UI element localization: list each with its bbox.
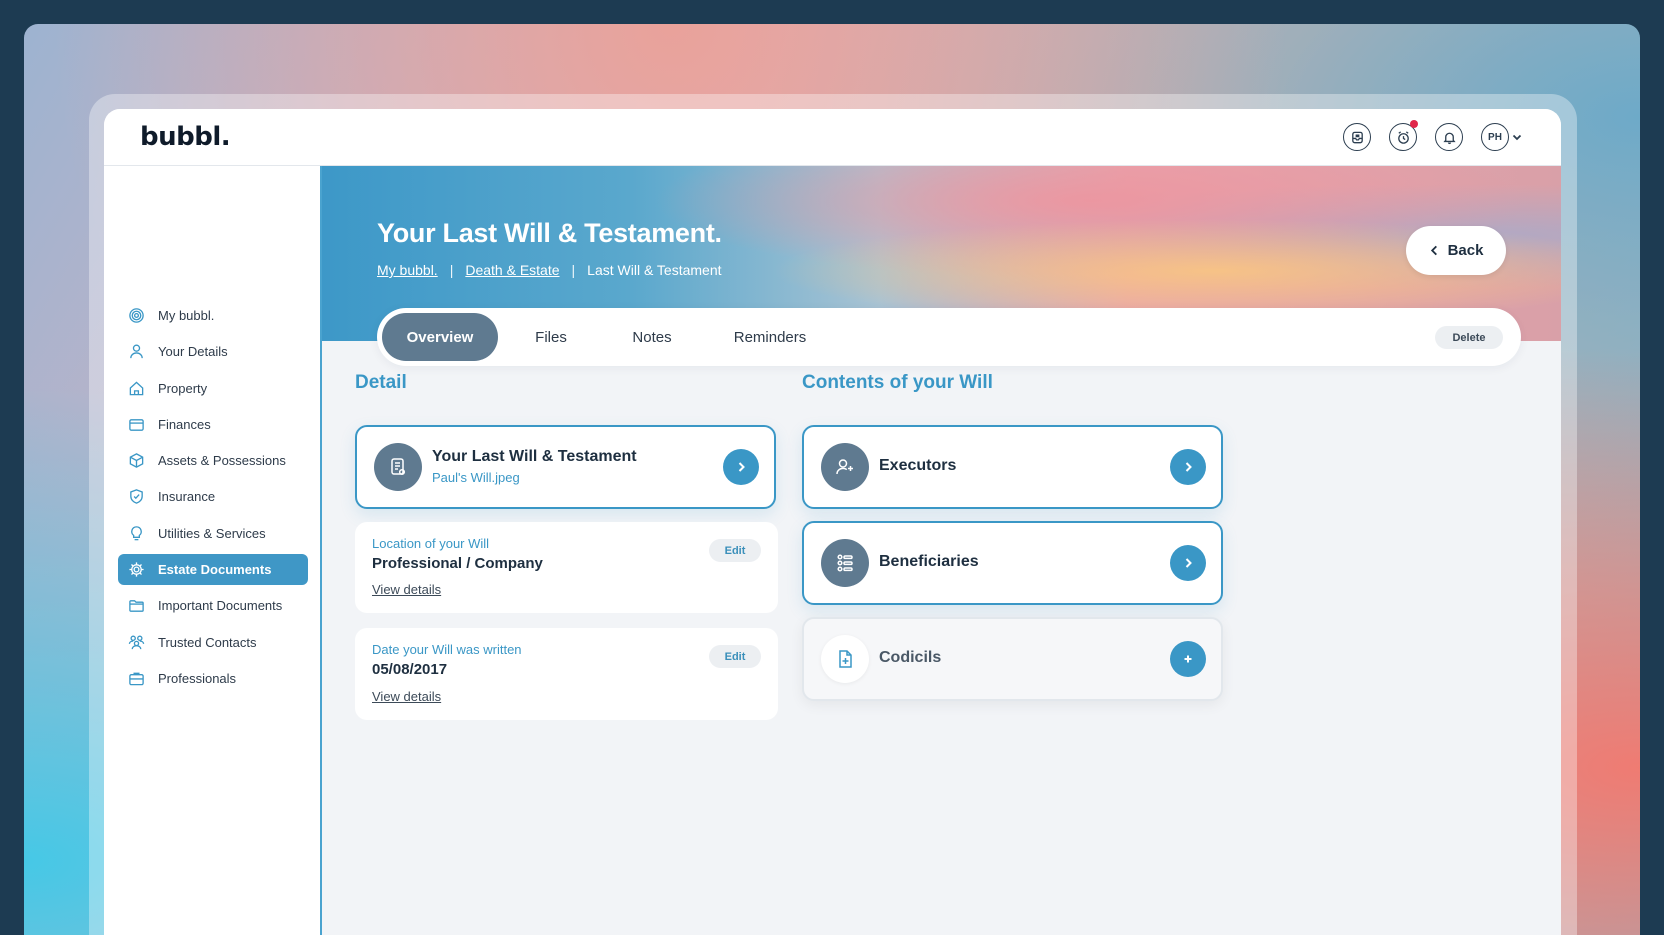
sidebar-item-property[interactable]: Property — [118, 373, 308, 404]
bell-icon[interactable] — [1435, 123, 1463, 151]
app-window: bubbl. PH My bubbl. Your Details Propert… — [104, 109, 1561, 935]
sidebar-item-label: Insurance — [158, 489, 216, 505]
top-bar: bubbl. PH — [104, 109, 1561, 166]
breadcrumb-separator: | — [571, 262, 576, 278]
back-button[interactable]: Back — [1406, 226, 1506, 275]
logo[interactable]: bubbl. — [140, 122, 231, 152]
box-icon — [128, 452, 145, 469]
date-value: 05/08/2017 — [372, 661, 448, 678]
back-button-label: Back — [1447, 242, 1484, 259]
chevron-right-icon — [738, 462, 745, 472]
user-plus-icon — [821, 443, 869, 491]
sidebar-item-label: Assets & Possessions — [158, 453, 286, 469]
home-icon — [128, 380, 145, 397]
gear-icon — [128, 561, 145, 578]
wallet-icon — [128, 416, 145, 433]
codicils-label: Codicils — [879, 649, 942, 666]
open-beneficiaries-button[interactable] — [1170, 545, 1206, 581]
sidebar-item-professionals[interactable]: Professionals — [118, 663, 308, 694]
account-menu[interactable]: PH — [1481, 123, 1523, 151]
breadcrumb-my-bubbl[interactable]: My bubbl. — [377, 262, 438, 278]
breadcrumb-current: Last Will & Testament — [587, 262, 722, 278]
sidebar-item-label: My bubbl. — [158, 308, 215, 323]
briefcase-icon — [128, 670, 145, 687]
will-card-title: Your Last Will & Testament — [432, 448, 637, 465]
will-card-file[interactable]: Paul's Will.jpeg — [432, 470, 520, 485]
open-will-button[interactable] — [723, 449, 759, 485]
sidebar-item-label: Your Details — [158, 344, 228, 360]
sidebar-item-estate-documents[interactable]: Estate Documents — [118, 554, 308, 586]
sidebar-item-important-documents[interactable]: Important Documents — [118, 590, 308, 621]
add-codicil-button[interactable] — [1170, 641, 1206, 677]
chevron-left-icon — [1430, 245, 1437, 256]
location-view-details-link[interactable]: View details — [372, 582, 441, 597]
executors-label: Executors — [879, 457, 957, 474]
page-title: Your Last Will & Testament. — [377, 218, 722, 248]
date-card: Date your Will was written 05/08/2017 Vi… — [355, 628, 778, 720]
sidebar-item-label: Finances — [158, 416, 211, 432]
chevron-right-icon — [1185, 462, 1192, 472]
contents-heading: Contents of your Will — [802, 372, 993, 393]
location-value: Professional / Company — [372, 555, 543, 572]
notification-dot — [1410, 120, 1418, 128]
sidebar-item-utilities[interactable]: Utilities & Services — [118, 518, 308, 549]
will-document-card[interactable]: Your Last Will & Testament Paul's Will.j… — [355, 425, 776, 509]
plus-icon — [1184, 655, 1192, 663]
tab-files[interactable]: Files — [509, 313, 593, 361]
chevron-right-icon — [1185, 558, 1192, 568]
tab-bar: Overview Files Notes Reminders Delete — [377, 308, 1521, 366]
codicils-card[interactable]: Codicils — [802, 617, 1223, 701]
location-edit-button[interactable]: Edit — [709, 539, 761, 562]
folder-icon — [128, 597, 145, 614]
lightbulb-icon — [128, 525, 145, 542]
chevron-down-icon[interactable] — [1511, 131, 1523, 143]
sidebar-item-label: Important Documents — [158, 598, 283, 614]
file-plus-icon — [821, 635, 869, 683]
sidebar-item-finances[interactable]: Finances — [118, 409, 308, 440]
avatar[interactable]: PH — [1481, 123, 1509, 151]
target-icon — [128, 307, 145, 324]
document-icon — [374, 443, 422, 491]
people-icon — [128, 634, 145, 651]
list-people-icon — [821, 539, 869, 587]
sidebar-nav: My bubbl. Your Details Property Finances… — [118, 300, 308, 699]
location-card: Location of your Will Professional / Com… — [355, 522, 778, 613]
sidebar: My bubbl. Your Details Property Finances… — [104, 166, 322, 935]
alarm-clock-icon[interactable] — [1389, 120, 1418, 151]
tab-overview[interactable]: Overview — [382, 313, 498, 361]
sidebar-item-insurance[interactable]: Insurance — [118, 481, 308, 512]
user-icon — [128, 343, 145, 360]
sidebar-item-label: Professionals — [158, 670, 237, 686]
breadcrumb-death-estate[interactable]: Death & Estate — [465, 262, 559, 278]
location-label: Location of your Will — [372, 536, 490, 551]
detail-heading: Detail — [355, 372, 407, 393]
sidebar-item-my-bubbl[interactable]: My bubbl. — [118, 300, 308, 331]
date-edit-button[interactable]: Edit — [709, 645, 761, 668]
sidebar-item-label: Estate Documents — [158, 562, 272, 578]
sidebar-item-label: Property — [158, 380, 208, 396]
sidebar-item-assets[interactable]: Assets & Possessions — [118, 445, 308, 476]
sidebar-item-label: Utilities & Services — [158, 525, 266, 541]
top-icons: PH — [1343, 120, 1523, 151]
breadcrumb: My bubbl. | Death & Estate | Last Will &… — [377, 262, 722, 278]
tab-reminders[interactable]: Reminders — [710, 313, 830, 361]
sidebar-item-your-details[interactable]: Your Details — [118, 336, 308, 367]
beneficiaries-label: Beneficiaries — [879, 553, 979, 570]
date-label: Date your Will was written — [372, 642, 522, 657]
tab-notes[interactable]: Notes — [605, 313, 699, 361]
date-view-details-link[interactable]: View details — [372, 689, 441, 704]
executors-card[interactable]: Executors — [802, 425, 1223, 509]
inbox-icon[interactable] — [1343, 123, 1371, 151]
open-executors-button[interactable] — [1170, 449, 1206, 485]
delete-button[interactable]: Delete — [1435, 326, 1503, 349]
breadcrumb-separator: | — [449, 262, 454, 278]
beneficiaries-card[interactable]: Beneficiaries — [802, 521, 1223, 605]
sidebar-item-trusted-contacts[interactable]: Trusted Contacts — [118, 627, 308, 658]
shield-icon — [128, 488, 145, 505]
sidebar-item-label: Trusted Contacts — [158, 634, 257, 650]
